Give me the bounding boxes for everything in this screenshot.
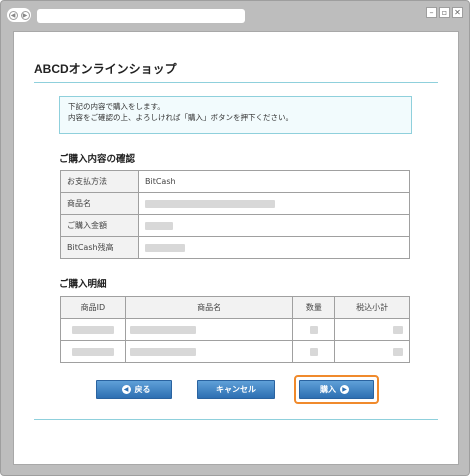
column-header: 税込小計 <box>334 296 410 319</box>
row-value <box>138 214 410 237</box>
table-row <box>60 340 410 363</box>
table-row: BitCash残高 <box>60 236 410 259</box>
table-header-row: 商品ID 商品名 数量 税込小計 <box>60 296 410 319</box>
details-table: 商品ID 商品名 数量 税込小計 <box>60 296 410 363</box>
row-value <box>138 192 410 215</box>
notice-line: 内容をご確認の上、よろしければ「購入」ボタンを押下ください。 <box>68 113 293 122</box>
page-title: ABCDオンラインショップ <box>34 62 177 76</box>
row-label: ご購入金額 <box>60 214 139 237</box>
redacted-value <box>129 325 196 334</box>
minimize-icon[interactable]: – <box>426 7 437 18</box>
table-row <box>60 318 410 341</box>
redacted-value <box>71 347 114 356</box>
page-content: ABCDオンラインショップ 下記の内容で購入をします。 内容をご確認の上、よろし… <box>13 31 459 465</box>
arrow-right-icon: ▶ <box>340 385 349 394</box>
forward-nav-icon[interactable]: ▶ <box>20 10 30 20</box>
divider <box>34 82 438 83</box>
address-bar[interactable] <box>37 9 245 23</box>
redacted-value <box>309 347 318 356</box>
table-cell <box>124 340 294 363</box>
cancel-button-label: キャンセル <box>216 385 256 394</box>
redacted-value <box>145 199 275 208</box>
notice-box: 下記の内容で購入をします。 内容をご確認の上、よろしければ「購入」ボタンを押下く… <box>59 96 412 134</box>
notice-line: 下記の内容で購入をします。 <box>68 102 165 111</box>
cancel-button[interactable]: キャンセル <box>197 380 275 399</box>
column-header: 数量 <box>292 296 336 319</box>
restore-icon[interactable]: ▫ <box>439 7 450 18</box>
table-cell <box>60 340 126 363</box>
close-icon[interactable]: ✕ <box>452 7 463 18</box>
redacted-value <box>145 221 173 230</box>
redacted-value <box>393 325 403 334</box>
row-label: 商品名 <box>60 192 139 215</box>
redacted-value <box>129 347 196 356</box>
table-cell <box>292 340 336 363</box>
confirm-table: お支払方法 BitCash 商品名 ご購入金額 BitCash残高 <box>60 170 410 259</box>
redacted-value <box>145 243 185 252</box>
column-header: 商品ID <box>60 296 126 319</box>
row-value: BitCash <box>138 170 410 193</box>
browser-window: ◀ ▶ – ▫ ✕ ABCDオンラインショップ 下記の内容で購入をします。 内容… <box>0 0 470 476</box>
row-value <box>138 236 410 259</box>
table-cell <box>124 318 294 341</box>
row-label: BitCash残高 <box>60 236 139 259</box>
confirm-heading: ご購入内容の確認 <box>59 154 136 165</box>
table-row: 商品名 <box>60 192 410 215</box>
window-controls: – ▫ ✕ <box>426 7 463 18</box>
buy-button-label: 購入 <box>320 385 336 394</box>
table-cell <box>60 318 126 341</box>
nav-buttons: ◀ ▶ <box>7 8 31 22</box>
back-nav-icon[interactable]: ◀ <box>8 10 18 20</box>
table-cell <box>334 318 410 341</box>
table-row: お支払方法 BitCash <box>60 170 410 193</box>
row-label: お支払方法 <box>60 170 139 193</box>
divider <box>34 419 438 420</box>
arrow-left-icon: ◀ <box>121 385 131 394</box>
table-cell <box>334 340 410 363</box>
redacted-value <box>71 325 114 334</box>
details-heading: ご購入明細 <box>59 279 107 290</box>
buy-button[interactable]: 購入 ▶ <box>299 380 374 399</box>
redacted-value <box>309 325 318 334</box>
redacted-value <box>393 347 403 356</box>
back-button-label: 戻る <box>134 385 151 394</box>
back-button[interactable]: ◀ 戻る <box>96 380 172 399</box>
title-bar: ◀ ▶ – ▫ ✕ <box>1 1 469 29</box>
column-header: 商品名 <box>124 296 294 319</box>
table-row: ご購入金額 <box>60 214 410 237</box>
table-cell <box>292 318 336 341</box>
